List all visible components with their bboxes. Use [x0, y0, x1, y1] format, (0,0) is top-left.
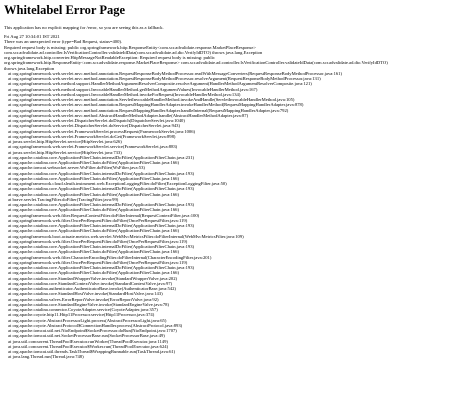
error-details: Fri Aug 27 10:34:01 IST 2021 There was a… [4, 34, 470, 360]
exception-message: Required request body is missing: public… [4, 45, 470, 71]
error-page: Whitelabel Error Page This application h… [4, 4, 470, 360]
stack-trace: at org.springframework.web.servlet.mvc.m… [4, 71, 470, 360]
page-title: Whitelabel Error Page [4, 3, 126, 17]
fallback-message: This application has no explicit mapping… [4, 25, 164, 30]
stack-frame: at java.lang.Thread.run(Thread.java:748) [8, 354, 84, 360]
